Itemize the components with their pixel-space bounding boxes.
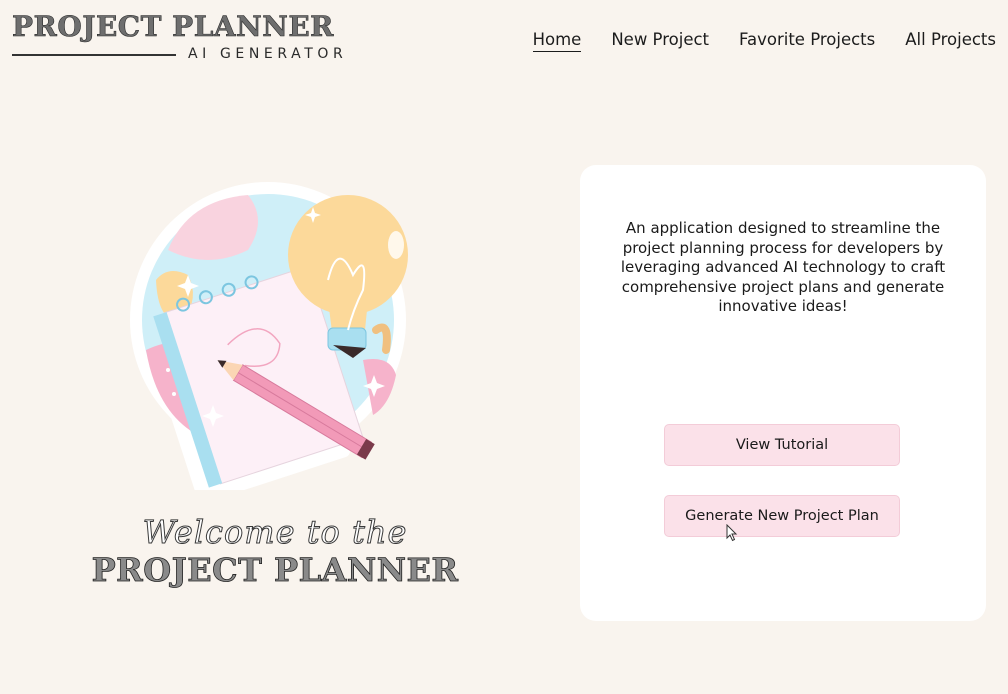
logo-title: PROJECT PLANNER [12, 10, 334, 44]
logo-divider [12, 54, 176, 56]
generate-new-project-plan-button[interactable]: Generate New Project Plan [664, 495, 900, 537]
mouse-cursor-icon [726, 524, 738, 542]
nav-new-project[interactable]: New Project [611, 30, 709, 52]
intro-card: An application designed to streamline th… [580, 165, 986, 621]
nav-home[interactable]: Home [532, 30, 582, 52]
app-logo[interactable]: PROJECT PLANNER AI GENERATOR [12, 10, 362, 66]
view-tutorial-button[interactable]: View Tutorial [664, 424, 900, 466]
logo-subtitle: AI GENERATOR [188, 46, 348, 62]
welcome-heading: Welcome to the PROJECT PLANNER [60, 512, 490, 590]
welcome-script-text: Welcome to the [142, 513, 408, 552]
notebook-lightbulb-pencil-illustration [128, 180, 428, 504]
nav-favorite-projects[interactable]: Favorite Projects [739, 30, 875, 52]
welcome-title: PROJECT PLANNER [91, 551, 459, 590]
app-description: An application designed to streamline th… [620, 219, 946, 316]
top-nav: Home New Project Favorite Projects All P… [532, 30, 996, 52]
nav-all-projects[interactable]: All Projects [905, 30, 996, 52]
